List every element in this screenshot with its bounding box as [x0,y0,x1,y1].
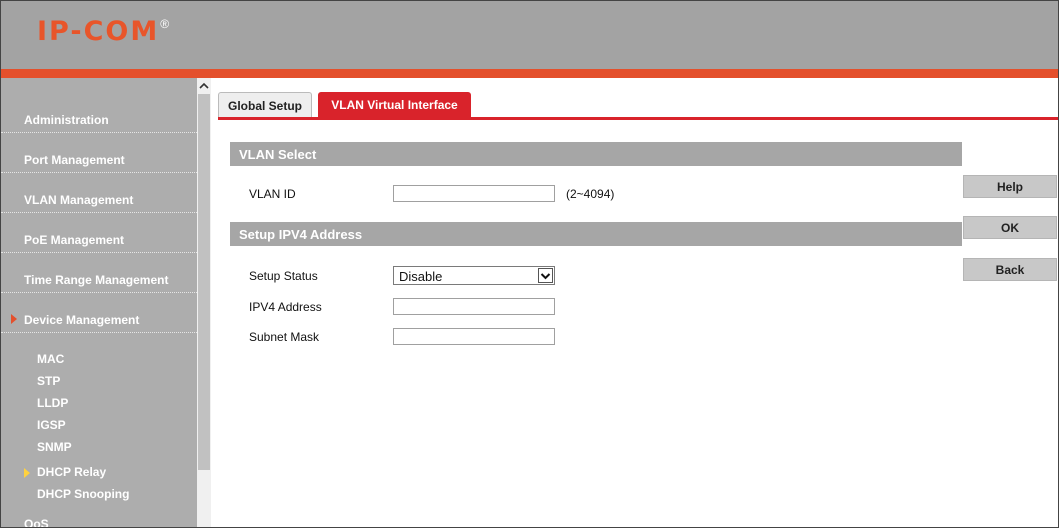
app-window: IP-COM ® Administration Port Management … [0,0,1059,528]
brand-logo: IP-COM ® [37,17,169,47]
subnet-mask-input[interactable] [393,328,555,345]
sidebar-subitem-label: SNMP [37,440,72,454]
sidebar-item-device-management[interactable]: Device Management [1,297,197,333]
sidebar-item-poe-management[interactable]: PoE Management [1,217,197,253]
sidebar-item-administration[interactable]: Administration [1,97,197,133]
section-vlan-select: VLAN Select [230,142,962,166]
ok-button[interactable]: OK [963,216,1057,239]
expanded-arrow-icon [11,314,17,324]
sidebar-subitem-label: IGSP [37,418,66,432]
section-setup-ipv4: Setup IPV4 Address [230,222,962,246]
sidebar-subitem-snmp[interactable]: SNMP [1,437,197,457]
sidebar-subitem-igsp[interactable]: IGSP [1,415,197,435]
sidebar-subitem-label: DHCP Relay [37,465,107,479]
sidebar-subitem-dhcp-snooping[interactable]: DHCP Snooping [1,484,197,504]
sidebar-item-qos[interactable]: QoS [1,514,197,528]
sidebar-item-label: VLAN Management [24,193,134,207]
sidebar-item-label: PoE Management [24,233,125,247]
sidebar-item-port-management[interactable]: Port Management [1,137,197,173]
vlan-id-label: VLAN ID [249,187,296,201]
tab-vlan-virtual-interface[interactable]: VLAN Virtual Interface [318,92,471,118]
chevron-down-icon[interactable] [538,268,553,283]
logo-text: IP-COM [37,16,160,47]
back-button[interactable]: Back [963,258,1057,281]
sidebar-item-label: Time Range Management [24,273,169,287]
sidebar-scrollbar[interactable] [197,78,211,527]
vlan-id-input[interactable] [393,185,555,202]
sidebar-subitem-stp[interactable]: STP [1,371,197,391]
sidebar-item-time-range-management[interactable]: Time Range Management [1,257,197,293]
section-title: VLAN Select [239,147,317,162]
help-button[interactable]: Help [963,175,1057,198]
subnet-mask-label: Subnet Mask [249,330,320,344]
tab-underline [218,117,1058,120]
ipv4-address-label: IPV4 Address [249,300,322,314]
sidebar-subitem-label: STP [37,374,61,388]
sidebar-item-vlan-management[interactable]: VLAN Management [1,177,197,213]
sidebar-item-label: Port Management [24,153,125,167]
setup-status-value: Disable [399,269,443,284]
header-accent-bar [1,69,1058,78]
sidebar-subitem-label: MAC [37,352,65,366]
scrollbar-thumb[interactable] [198,94,210,470]
sidebar-subitem-dhcp-relay[interactable]: DHCP Relay [1,462,197,482]
sidebar: Administration Port Management VLAN Mana… [1,78,197,528]
sidebar-item-label: QoS [24,517,49,528]
chevron-up-icon[interactable] [197,78,211,94]
setup-status-label: Setup Status [249,269,318,283]
sidebar-subitem-label: LLDP [37,396,69,410]
active-arrow-icon [24,468,30,478]
registered-mark: ® [160,17,170,31]
sidebar-subitem-label: DHCP Snooping [37,487,130,501]
header: IP-COM ® [1,1,1058,69]
sidebar-item-label: Administration [24,113,109,127]
setup-status-select[interactable]: Disable [393,266,555,285]
sidebar-subitem-lldp[interactable]: LLDP [1,393,197,413]
sidebar-item-label: Device Management [24,313,140,327]
tab-global-setup[interactable]: Global Setup [218,92,312,118]
ipv4-address-input[interactable] [393,298,555,315]
sidebar-subitem-mac[interactable]: MAC [1,349,197,369]
vlan-id-range-hint: (2~4094) [566,187,615,201]
section-title: Setup IPV4 Address [239,227,363,242]
